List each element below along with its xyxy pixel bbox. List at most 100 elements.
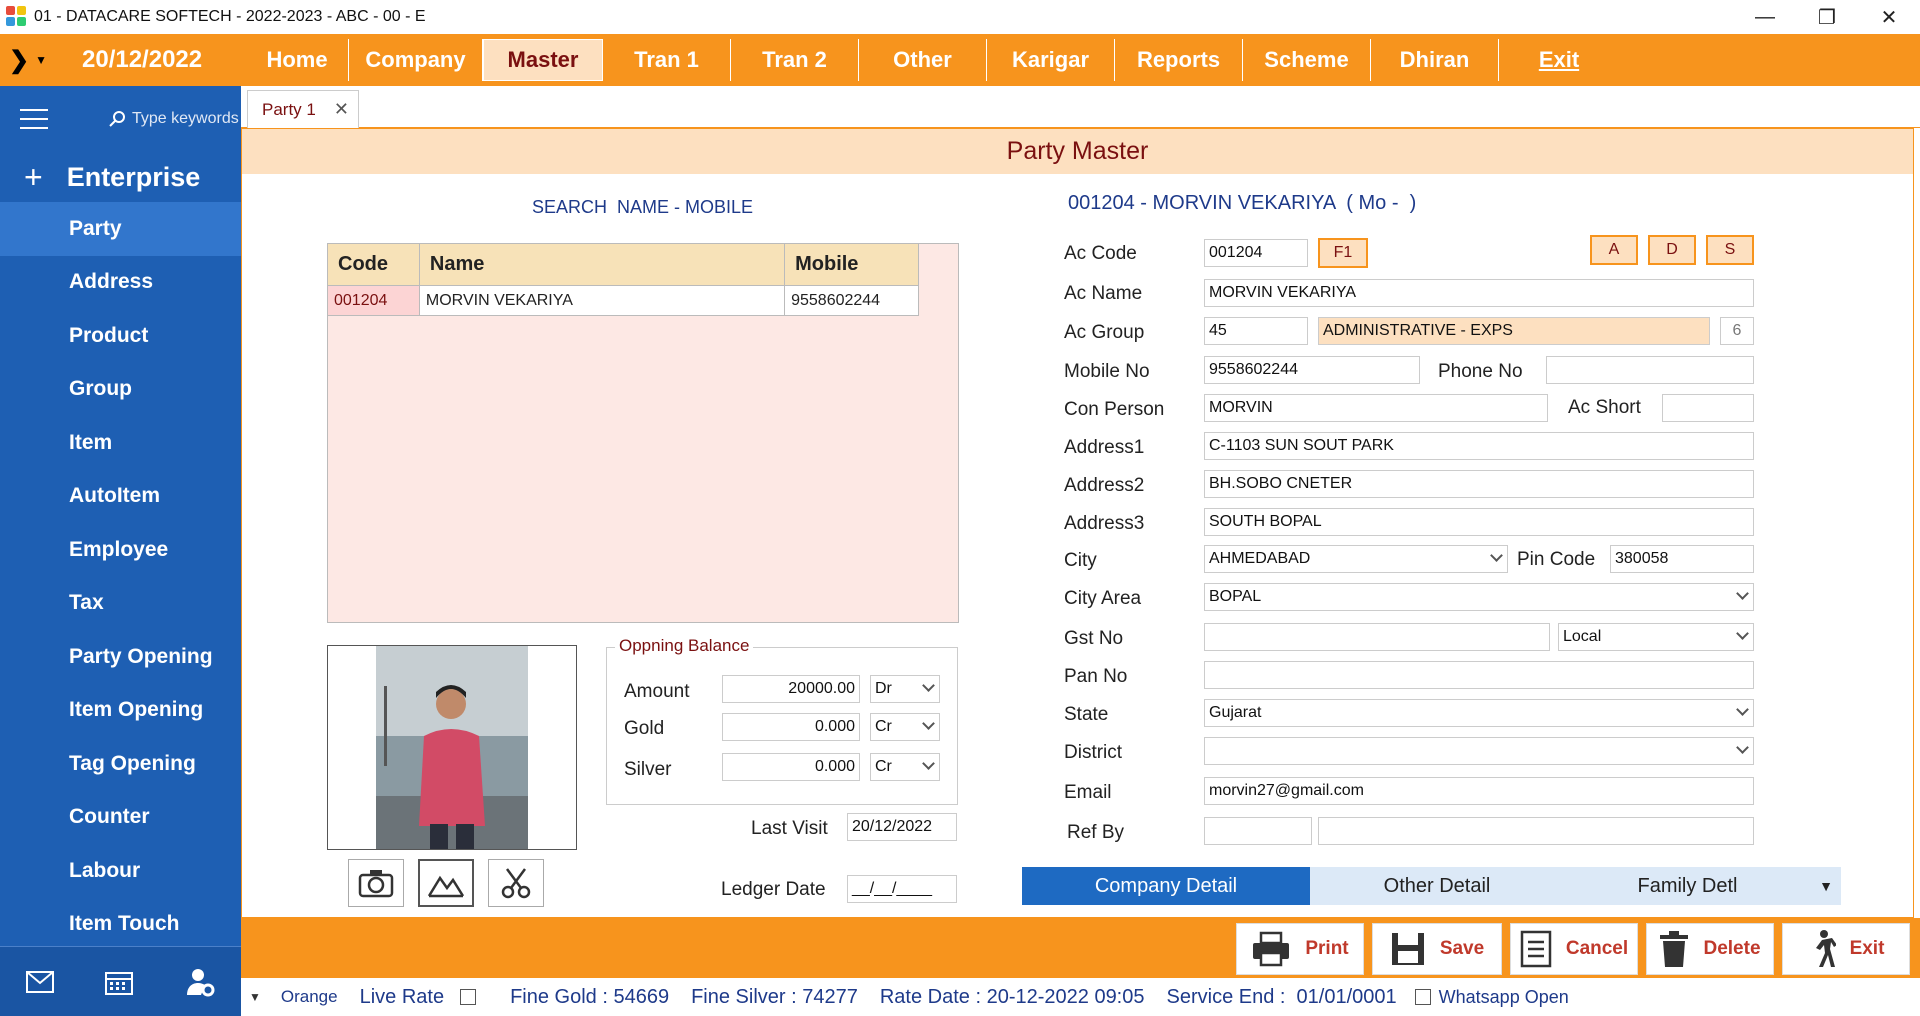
menu-reports[interactable]: Reports (1115, 39, 1243, 81)
ref-by-name-input[interactable] (1318, 817, 1754, 845)
pin-code-input[interactable]: 380058 (1610, 545, 1754, 573)
state-select[interactable]: Gujarat (1204, 699, 1754, 727)
city-select[interactable]: AHMEDABAD (1204, 545, 1508, 573)
print-button[interactable]: Print (1236, 923, 1364, 975)
menu-scheme[interactable]: Scheme (1243, 39, 1371, 81)
menu-tran1[interactable]: Tran 1 (603, 39, 731, 81)
last-visit-input[interactable]: 20/12/2022 (847, 813, 957, 841)
camera-button[interactable] (348, 859, 404, 907)
amount-input[interactable]: 20000.00 (722, 675, 860, 703)
menu-toggle-icon[interactable]: ❯ ▼ (0, 34, 56, 86)
sidebar-item-autoitem[interactable]: AutoItem (0, 470, 241, 524)
tabs-dropdown-icon[interactable]: ▼ (1811, 867, 1841, 905)
sidebar-search[interactable]: Type keywords (108, 110, 239, 128)
sidebar-item-tax[interactable]: Tax (0, 577, 241, 631)
sidebar-item-tag-opening[interactable]: Tag Opening (0, 737, 241, 791)
silver-input[interactable]: 0.000 (722, 753, 860, 781)
search-results-table: Code Name Mobile 001204 MORVIN VEKARIYA … (327, 243, 919, 316)
cancel-button[interactable]: Cancel (1510, 923, 1638, 975)
city-area-select[interactable]: BOPAL (1204, 583, 1754, 611)
menu-master[interactable]: Master (483, 39, 603, 81)
sidebar-item-party-opening[interactable]: Party Opening (0, 630, 241, 684)
sidebar-item-group[interactable]: Group (0, 363, 241, 417)
mobile-input[interactable]: 9558602244 (1204, 356, 1420, 384)
gold-type-select[interactable]: Cr (870, 713, 940, 741)
sidebar-item-party[interactable]: Party (0, 202, 241, 256)
col-mobile[interactable]: Mobile (784, 243, 919, 286)
ac-name-label: Ac Name (1064, 283, 1143, 304)
email-input[interactable]: morvin27@gmail.com (1204, 777, 1754, 805)
sidebar-item-labour[interactable]: Labour (0, 844, 241, 898)
close-icon[interactable]: ✕ (1858, 0, 1920, 34)
ac-name-input[interactable]: MORVIN VEKARIYA (1204, 279, 1754, 307)
user-settings-icon[interactable] (185, 967, 215, 997)
address3-input[interactable]: SOUTH BOPAL (1204, 508, 1754, 536)
chevron-down-icon (922, 717, 935, 730)
silver-type-select[interactable]: Cr (870, 753, 940, 781)
con-person-input[interactable]: MORVIN (1204, 394, 1548, 422)
save-button[interactable]: Save (1372, 923, 1502, 975)
sidebar-item-product[interactable]: Product (0, 309, 241, 363)
menu-other[interactable]: Other (859, 39, 987, 81)
col-code[interactable]: Code (327, 243, 420, 286)
menu-company[interactable]: Company (349, 39, 483, 81)
tab-company-detail[interactable]: Company Detail (1022, 867, 1310, 905)
ac-short-input[interactable] (1662, 394, 1754, 422)
menu-karigar[interactable]: Karigar (987, 39, 1115, 81)
chevron-down-icon (1736, 627, 1749, 640)
sidebar-item-address[interactable]: Address (0, 256, 241, 310)
whatsapp-checkbox[interactable] (1414, 989, 1431, 1005)
menu-dhiran[interactable]: Dhiran (1371, 39, 1499, 81)
row-mobile[interactable]: 9558602244 (784, 285, 919, 316)
restore-icon[interactable]: ❐ (1796, 0, 1858, 34)
s-button[interactable]: S (1706, 235, 1754, 265)
hamburger-icon[interactable] (20, 109, 48, 129)
gst-no-input[interactable] (1204, 623, 1550, 651)
live-rate-checkbox[interactable] (460, 989, 477, 1005)
gst-type-select[interactable]: Local (1558, 623, 1754, 651)
address2-input[interactable]: BH.SOBO CNETER (1204, 470, 1754, 498)
menu-tran2[interactable]: Tran 2 (731, 39, 859, 81)
tab-party-1[interactable]: Party 1 ✕ (247, 90, 359, 128)
phone-input[interactable] (1546, 356, 1754, 384)
cut-image-button[interactable] (488, 859, 544, 907)
amount-type-select[interactable]: Dr (870, 675, 940, 703)
table-row[interactable]: 001204 MORVIN VEKARIYA 9558602244 (327, 285, 919, 316)
district-select[interactable] (1204, 737, 1754, 765)
image-browse-button[interactable] (418, 859, 474, 907)
mail-icon[interactable] (25, 970, 54, 993)
sidebar-section-enterprise[interactable]: + Enterprise (0, 152, 241, 202)
f1-button[interactable]: F1 (1318, 238, 1368, 268)
sidebar-item-item-touch[interactable]: Item Touch (0, 898, 241, 952)
tab-family-detail[interactable]: Family Detl (1564, 867, 1811, 905)
ledger-date-input[interactable]: __/__/____ (847, 875, 957, 903)
ref-by-label: Ref By (1067, 822, 1125, 843)
row-code[interactable]: 001204 (327, 285, 420, 316)
party-photo[interactable] (376, 646, 528, 849)
gold-input[interactable]: 0.000 (722, 713, 860, 741)
sidebar-item-employee[interactable]: Employee (0, 523, 241, 577)
sidebar-item-item-opening[interactable]: Item Opening (0, 684, 241, 738)
a-button[interactable]: A (1590, 235, 1638, 265)
menu-home[interactable]: Home (246, 39, 349, 81)
ac-group-code-input[interactable]: 45 (1204, 317, 1308, 345)
sidebar-item-item[interactable]: Item (0, 416, 241, 470)
tab-other-detail[interactable]: Other Detail (1310, 867, 1564, 905)
sidebar-item-counter[interactable]: Counter (0, 791, 241, 845)
theme-dropdown-icon[interactable]: ▼ (249, 990, 261, 1004)
delete-button[interactable]: Delete (1646, 923, 1774, 975)
row-name[interactable]: MORVIN VEKARIYA (418, 285, 786, 316)
address1-input[interactable]: C-1103 SUN SOUT PARK (1204, 432, 1754, 460)
d-button[interactable]: D (1648, 235, 1696, 265)
theme-name[interactable]: Orange (281, 987, 338, 1007)
ac-code-input[interactable]: 001204 (1204, 239, 1308, 267)
ref-by-code-input[interactable] (1204, 817, 1312, 845)
minimize-icon[interactable]: — (1734, 0, 1796, 34)
rate-date: Rate Date : 20-12-2022 09:05 (879, 985, 1145, 1008)
close-tab-icon[interactable]: ✕ (334, 99, 349, 120)
pan-no-input[interactable] (1204, 661, 1754, 689)
menu-exit[interactable]: Exit (1499, 39, 1619, 81)
col-name[interactable]: Name (418, 243, 786, 286)
calendar-icon[interactable] (105, 969, 134, 995)
exit-button[interactable]: Exit (1782, 923, 1910, 975)
